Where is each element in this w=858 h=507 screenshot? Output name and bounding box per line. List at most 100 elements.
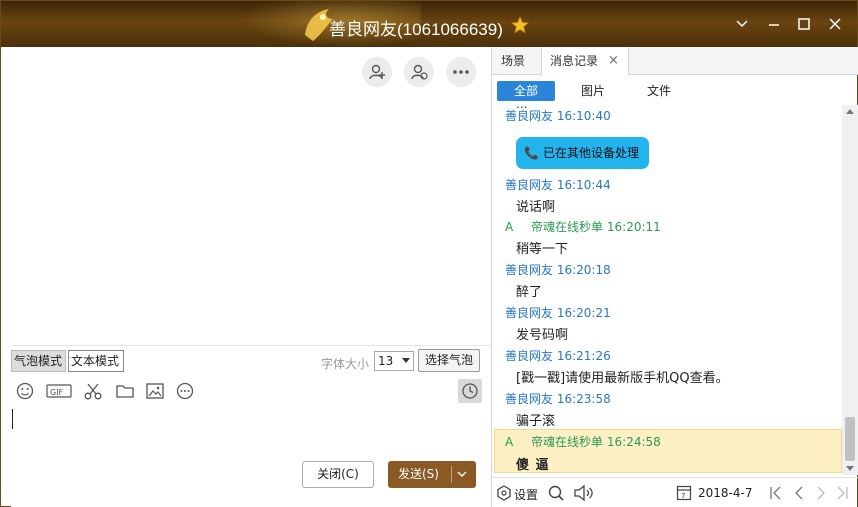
message-meta: 善良网友 16:23:58 (505, 390, 611, 407)
message-meta: 善良网友 16:20:21 (505, 304, 611, 321)
history-scrollbar[interactable] (842, 105, 858, 475)
close-button[interactable]: 关闭(C) (302, 461, 374, 488)
history-panel: 场景 消息记录 × 全部 图片 文件 ... 善良网友 16:10:40 📞已在… (491, 47, 858, 507)
history-bottom-bar: 设置 7 2018-4-7 (492, 477, 858, 507)
gif-icon[interactable]: GIF (46, 381, 72, 401)
scroll-thumb[interactable] (845, 417, 855, 461)
clock-icon (462, 383, 478, 399)
message-time: 16:20:11 (606, 220, 661, 234)
message-time: 16:20:21 (556, 306, 611, 320)
send-button[interactable]: 发送(S) (388, 461, 476, 488)
message-prefix: A (505, 435, 514, 449)
invite-icon (411, 64, 428, 80)
close-icon[interactable] (824, 13, 846, 35)
text-mode-tab[interactable]: 文本模式 (68, 350, 124, 372)
message-text: 发号码啊 (516, 328, 569, 343)
message-list[interactable]: ... 善良网友 16:10:40 📞已在其他设备处理 善良网友 16:10:4… (492, 105, 842, 475)
scroll-up-icon[interactable] (846, 109, 854, 114)
message-sender: 善良网友 (505, 349, 554, 363)
tab-scene[interactable]: 场景 (501, 47, 525, 75)
title-bar[interactable]: 善良网友(1061066639) (1, 1, 857, 47)
send-button-divider (451, 466, 452, 483)
folder-icon[interactable] (115, 381, 135, 401)
message-text: 稍等一下 (516, 242, 569, 257)
history-filters: 全部 图片 文件 (492, 77, 858, 105)
filter-files[interactable]: 文件 (644, 81, 674, 101)
call-notice-text: 已在其他设备处理 (542, 146, 639, 160)
message-meta: 善良网友 16:10:40 (505, 107, 611, 124)
message-meta: A 帝魂在线秒单 16:20:11 (505, 218, 661, 235)
message-meta: A 帝魂在线秒单 16:24:58 (505, 433, 661, 450)
svg-text:7: 7 (681, 492, 685, 500)
message-text: [戳一戳]请使用最新版手机QQ查看。 (516, 371, 729, 386)
message-sender: 善良网友 (505, 263, 554, 277)
next-page-icon[interactable] (814, 483, 828, 503)
message-time: 16:20:18 (556, 263, 611, 277)
bubble-mode-tab[interactable]: 气泡模式 (11, 350, 66, 372)
message-history-button[interactable] (458, 379, 482, 403)
chevron-down-icon[interactable] (457, 470, 467, 478)
message-meta: 善良网友 16:10:44 (505, 176, 611, 193)
message-text: 说话啊 (516, 200, 556, 215)
add-friend-button[interactable] (362, 57, 392, 87)
message-sender: 帝魂在线秒单 (531, 435, 604, 449)
svg-text:GIF: GIF (50, 388, 64, 397)
maximize-icon[interactable] (793, 13, 815, 35)
call-notice-bubble: 📞 已在其他设备处理 (516, 137, 649, 169)
chat-window: 善良网友(1061066639) 气泡模式 文本模式 字体大小 13 选择气泡 … (0, 0, 858, 507)
speaker-icon[interactable] (573, 483, 595, 503)
close-tab-icon[interactable]: × (608, 47, 619, 75)
minimize-icon[interactable] (763, 13, 785, 35)
message-time: 16:23:58 (556, 392, 611, 406)
select-bubble-button[interactable]: 选择气泡 (418, 349, 480, 372)
message-sender: 帝魂在线秒单 (531, 220, 604, 234)
message-meta: 善良网友 16:21:26 (505, 347, 611, 364)
font-size-select[interactable]: 13 (374, 351, 414, 371)
first-page-icon[interactable] (768, 483, 784, 503)
settings-label[interactable]: 设置 (514, 486, 538, 503)
message-time: 16:24:58 (606, 435, 661, 449)
font-size-label: 字体大小 (321, 357, 370, 371)
tab-message-history[interactable]: 消息记录 × (541, 47, 629, 76)
phone-icon: 📞 (524, 146, 539, 160)
message-text: 傻 逼 (516, 458, 550, 473)
invite-button[interactable] (404, 57, 434, 87)
input-options-bar: 气泡模式 文本模式 字体大小 13 选择气泡 (11, 345, 491, 373)
message-input-caret[interactable] (12, 409, 13, 429)
window-title: 善良网友(1061066639) (329, 20, 503, 39)
scissors-icon[interactable] (83, 381, 103, 401)
message-meta: 善良网友 16:20:18 (505, 261, 611, 278)
history-date[interactable]: 2018-4-7 (698, 486, 752, 500)
more-options-button[interactable] (446, 57, 476, 87)
settings-hex-icon[interactable] (496, 483, 512, 503)
more-circle-icon[interactable] (175, 381, 195, 401)
message-time: 16:10:44 (556, 178, 611, 192)
tab-message-history-label: 消息记录 (550, 54, 599, 68)
dropdown-arrow-icon (402, 358, 410, 363)
calendar-icon[interactable]: 7 (676, 483, 692, 503)
message-prefix: A (505, 220, 514, 234)
send-button-label: 发送(S) (398, 467, 439, 481)
message-sender: 善良网友 (505, 178, 554, 192)
font-size-value: 13 (378, 354, 394, 368)
message-time: 16:10:40 (556, 109, 611, 123)
filter-all[interactable]: 全部 (497, 81, 555, 101)
input-toolbar: GIF (11, 377, 491, 405)
image-icon[interactable] (145, 381, 165, 401)
message-sender: 善良网友 (505, 109, 554, 123)
last-page-icon[interactable] (834, 483, 850, 503)
add-friend-icon (369, 64, 385, 80)
previous-page-icon[interactable] (792, 483, 806, 503)
filter-images[interactable]: 图片 (578, 81, 608, 101)
star-icon[interactable] (511, 16, 529, 34)
more-icon (453, 70, 469, 74)
search-icon[interactable] (547, 483, 565, 503)
emoji-icon[interactable] (15, 381, 35, 401)
chevron-down-icon[interactable] (731, 13, 753, 35)
message-sender: 善良网友 (505, 306, 554, 320)
scroll-down-icon[interactable] (846, 466, 854, 471)
message-text: 醉了 (516, 285, 543, 300)
message-sender: 善良网友 (505, 392, 554, 406)
message-time: 16:21:26 (556, 349, 611, 363)
history-tabs: 场景 消息记录 × (492, 47, 858, 76)
